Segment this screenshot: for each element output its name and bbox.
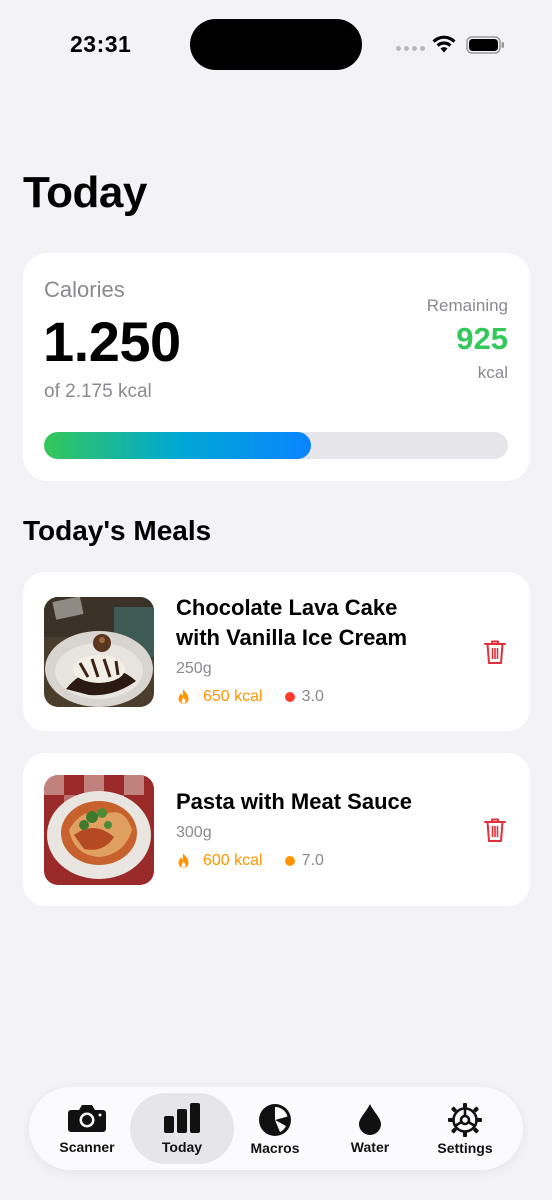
wifi-icon bbox=[432, 35, 456, 53]
tab-settings[interactable]: Settings bbox=[416, 1093, 514, 1164]
calories-label: Calories bbox=[44, 277, 125, 302]
tab-label: Macros bbox=[250, 1140, 300, 1156]
calories-progress-bar bbox=[44, 432, 508, 459]
page-title: Today bbox=[23, 168, 147, 217]
health-score-dot bbox=[284, 856, 295, 866]
pasta-meat-sauce-photo bbox=[44, 775, 154, 885]
drop-icon bbox=[359, 1104, 381, 1135]
bar-chart-icon bbox=[164, 1103, 200, 1133]
meal-stats: 600 kcal 7.0 bbox=[176, 852, 324, 870]
delete-trash-icon[interactable] bbox=[484, 817, 506, 843]
meal-card[interactable]: Pasta with Meat Sauce 300g 600 kcal 7.0 bbox=[23, 753, 530, 906]
meal-name: Pasta with Meat Sauce bbox=[176, 789, 412, 814]
calories-goal: of 2.175 kcal bbox=[44, 381, 152, 402]
meal-name: Chocolate Lava Cake with Vanilla Ice Cre… bbox=[176, 595, 408, 650]
tab-label: Settings bbox=[437, 1140, 493, 1156]
calories-consumed: 1.250 bbox=[43, 310, 181, 373]
remaining-unit: kcal bbox=[477, 363, 508, 382]
meals-section-title: Today's Meals bbox=[23, 515, 212, 546]
status-time: 23:31 bbox=[70, 31, 132, 57]
dynamic-island bbox=[190, 19, 362, 70]
tab-water[interactable]: Water bbox=[321, 1093, 419, 1164]
camera-icon bbox=[68, 1105, 106, 1132]
meal-kcal: 650 kcal bbox=[203, 688, 263, 705]
meal-card[interactable]: Chocolate Lava Cake with Vanilla Ice Cre… bbox=[23, 572, 530, 731]
remaining-value: 925 bbox=[456, 321, 508, 356]
health-score: 7.0 bbox=[301, 852, 324, 869]
meal-weight: 250g bbox=[176, 660, 212, 677]
delete-trash-icon[interactable] bbox=[484, 639, 506, 665]
tab-label: Today bbox=[161, 1139, 203, 1155]
calories-card: Calories 1.250 of 2.175 kcal Remaining 9… bbox=[23, 253, 530, 481]
health-score-dot bbox=[284, 692, 295, 702]
gear-icon bbox=[448, 1103, 482, 1137]
meal-kcal: 600 kcal bbox=[203, 852, 263, 869]
tab-label: Water bbox=[350, 1139, 390, 1155]
meal-stats: 650 kcal 3.0 bbox=[176, 688, 324, 706]
status-bar: 23:31 bbox=[0, 0, 552, 90]
cellular-signal-icon bbox=[396, 46, 425, 51]
pie-chart-icon bbox=[259, 1104, 291, 1136]
tab-scanner[interactable]: Scanner bbox=[38, 1093, 136, 1164]
calories-progress-fill bbox=[44, 432, 311, 459]
flame-icon bbox=[178, 853, 189, 868]
flame-icon bbox=[178, 689, 189, 704]
remaining-label: Remaining bbox=[426, 296, 508, 315]
meal-weight: 300g bbox=[176, 824, 212, 841]
health-score: 3.0 bbox=[301, 688, 324, 705]
battery-icon bbox=[466, 36, 504, 54]
tab-macros[interactable]: Macros bbox=[226, 1093, 324, 1164]
tab-bar: Scanner Today Macros Water Settings bbox=[29, 1087, 523, 1170]
tab-today[interactable]: Today bbox=[130, 1093, 234, 1164]
tab-label: Scanner bbox=[59, 1139, 115, 1155]
chocolate-lava-cake-photo bbox=[44, 597, 154, 707]
